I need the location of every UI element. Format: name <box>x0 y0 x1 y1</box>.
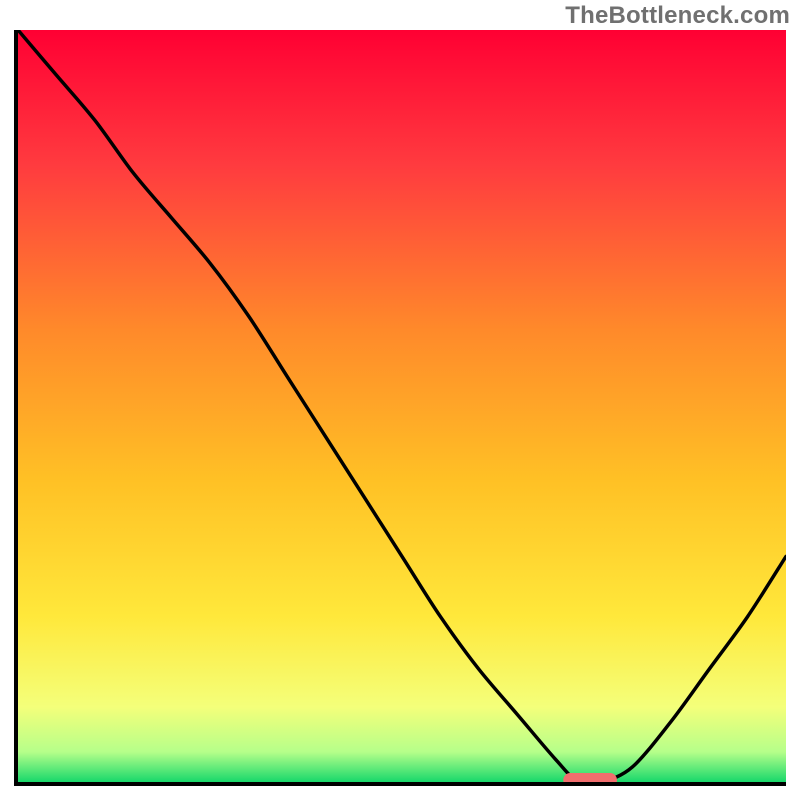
bottleneck-curve-plot <box>18 30 786 782</box>
chart-stage: TheBottleneck.com <box>0 0 800 800</box>
watermark: TheBottleneck.com <box>565 2 790 30</box>
plot-frame <box>14 30 786 786</box>
sweet-spot-marker <box>563 773 617 782</box>
gradient-background <box>18 30 786 782</box>
